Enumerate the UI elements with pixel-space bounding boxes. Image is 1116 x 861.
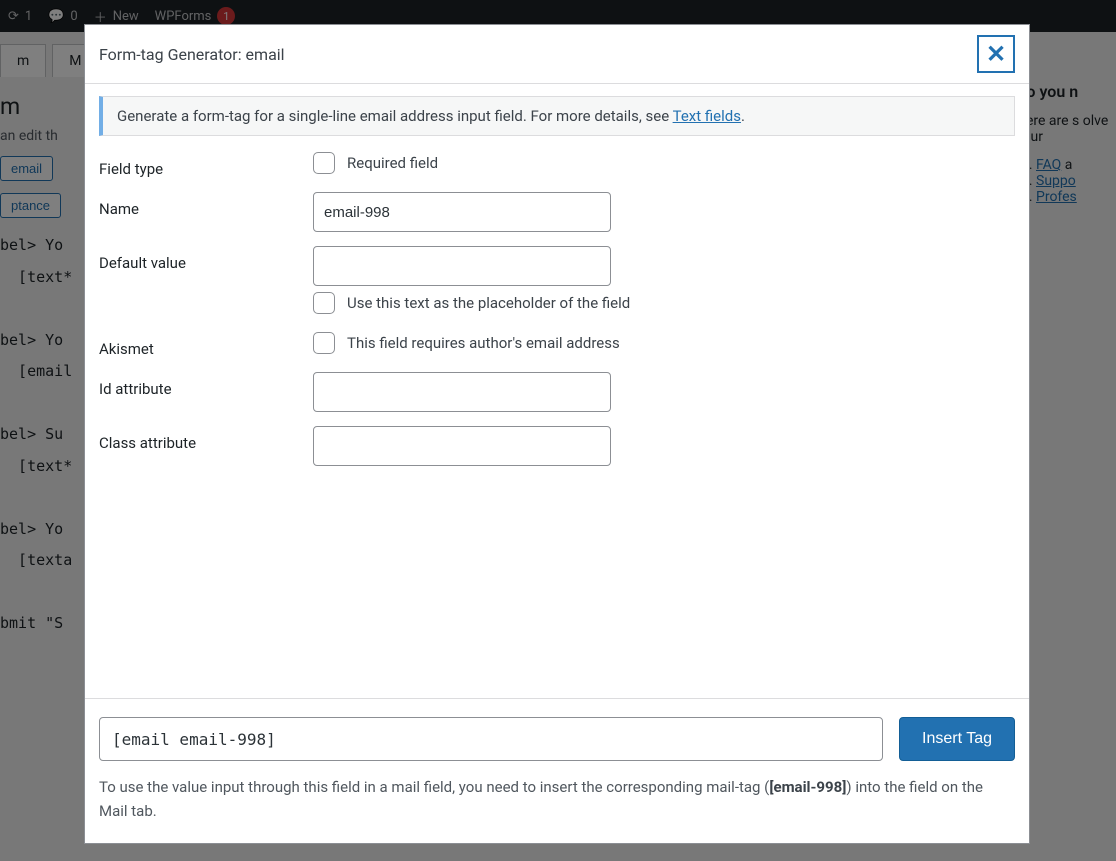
placeholder-label: Use this text as the placeholder of the … <box>347 294 630 312</box>
footer-note: To use the value input through this fiel… <box>99 775 1015 823</box>
default-value-input[interactable] <box>313 246 611 286</box>
id-attribute-label: Id attribute <box>99 372 313 398</box>
default-value-label: Default value <box>99 246 313 272</box>
close-icon: ✕ <box>986 40 1006 69</box>
field-type-label: Field type <box>99 152 313 178</box>
placeholder-checkbox-row[interactable]: Use this text as the placeholder of the … <box>313 292 1015 314</box>
akismet-checkbox[interactable] <box>313 332 335 354</box>
info-notice: Generate a form-tag for a single-line em… <box>99 96 1015 136</box>
insert-tag-button[interactable]: Insert Tag <box>899 717 1015 761</box>
mail-tag-code: [email-998] <box>769 778 846 796</box>
close-button[interactable]: ✕ <box>977 35 1015 73</box>
class-attribute-label: Class attribute <box>99 426 313 452</box>
akismet-text: This field requires author's email addre… <box>347 334 620 352</box>
akismet-checkbox-row[interactable]: This field requires author's email addre… <box>313 332 1015 354</box>
form-body: Field type Required field Name Default v… <box>85 152 1029 698</box>
required-checkbox[interactable] <box>313 152 335 174</box>
id-attribute-input[interactable] <box>313 372 611 412</box>
required-checkbox-row[interactable]: Required field <box>313 152 1015 174</box>
name-label: Name <box>99 192 313 218</box>
form-tag-generator-modal: Form-tag Generator: email ✕ Generate a f… <box>84 24 1030 844</box>
notice-text: Generate a form-tag for a single-line em… <box>117 107 673 125</box>
text-fields-link[interactable]: Text fields <box>673 107 741 125</box>
required-label: Required field <box>347 154 438 172</box>
name-input[interactable] <box>313 192 611 232</box>
class-attribute-input[interactable] <box>313 426 611 466</box>
modal-footer: Insert Tag To use the value input throug… <box>85 698 1029 843</box>
shortcode-output[interactable] <box>99 717 883 761</box>
placeholder-checkbox[interactable] <box>313 292 335 314</box>
modal-header: Form-tag Generator: email ✕ <box>85 25 1029 84</box>
modal-title: Form-tag Generator: email <box>99 45 285 64</box>
akismet-label: Akismet <box>99 332 313 358</box>
